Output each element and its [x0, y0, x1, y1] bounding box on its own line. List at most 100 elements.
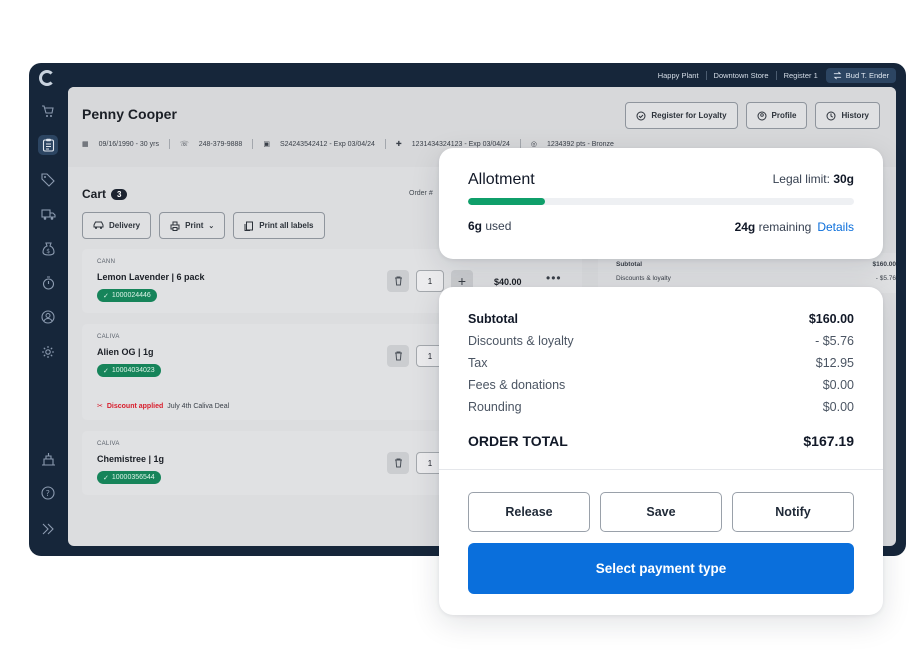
- delivery-button[interactable]: Delivery: [82, 212, 152, 239]
- sku-value: 10000356544: [111, 474, 155, 481]
- calendar-icon: ▦: [82, 141, 89, 148]
- cart-count-badge: 3: [111, 188, 128, 200]
- trash-icon: [394, 458, 402, 468]
- select-payment-type-button[interactable]: Select payment type: [468, 543, 854, 594]
- user-switch-button[interactable]: Bud T. Ender: [825, 68, 896, 83]
- discount-description: July 4th Caliva Deal: [167, 402, 230, 410]
- car-icon: [93, 221, 104, 229]
- save-button[interactable]: Save: [600, 492, 722, 532]
- quantity-input[interactable]: 1: [416, 270, 444, 292]
- trash-icon: [394, 351, 402, 361]
- summary-row-tax: Tax $12.95: [468, 356, 854, 370]
- timer-icon[interactable]: [38, 273, 58, 293]
- delete-item-button[interactable]: [387, 345, 409, 367]
- store-breadcrumb: Happy Plant Downtown Store Register 1 Bu…: [658, 68, 896, 83]
- profile-button[interactable]: Profile: [745, 102, 808, 129]
- delete-item-button[interactable]: [387, 270, 409, 292]
- summary-value: $160.00: [808, 312, 854, 326]
- history-icon: [826, 111, 836, 120]
- order-summary-card: Subtotal $160.00 Discounts & loyalty - $…: [439, 287, 883, 615]
- divider: [775, 71, 777, 80]
- settings-icon[interactable]: [38, 342, 58, 362]
- bg-discounts-value: - $5.76: [875, 275, 896, 282]
- labels-icon: [244, 221, 254, 231]
- notify-button[interactable]: Notify: [732, 492, 854, 532]
- switch-user-icon: [833, 71, 842, 80]
- bg-subtotal-value: $160.00: [872, 261, 897, 268]
- clipboard-icon[interactable]: [38, 135, 58, 155]
- check-icon: ✓: [103, 367, 109, 375]
- summary-row-rounding: Rounding $0.00: [468, 400, 854, 414]
- print-all-label: Print all labels: [259, 221, 314, 230]
- details-link[interactable]: Details: [817, 220, 854, 234]
- print-all-labels-button[interactable]: Print all labels: [233, 212, 325, 239]
- check-icon: ✓: [103, 474, 109, 482]
- app-logo: [39, 70, 55, 86]
- divider: [705, 71, 707, 80]
- item-name: Chemistree | 1g: [97, 454, 165, 464]
- summary-label: Tax: [468, 356, 488, 370]
- tag-icon[interactable]: [38, 170, 58, 190]
- order-number: Order #: [409, 190, 433, 197]
- cart-title-label: Cart: [82, 187, 107, 201]
- register-loyalty-button[interactable]: Register for Loyalty: [625, 102, 738, 129]
- item-name: Lemon Lavender | 6 pack: [97, 272, 205, 282]
- loyalty-icon: [636, 111, 646, 120]
- summary-value: $0.00: [822, 378, 854, 392]
- scissors-icon: ✂: [97, 403, 103, 410]
- item-sku-badge: ✓ 10000356544: [97, 471, 161, 484]
- release-button[interactable]: Release: [468, 492, 590, 532]
- store-name: Happy Plant: [657, 71, 699, 80]
- delivery-label: Delivery: [109, 221, 141, 230]
- top-bar: Happy Plant Downtown Store Register 1 Bu…: [29, 63, 906, 87]
- svg-text:?: ?: [46, 489, 50, 498]
- cart-actions: Delivery Print ⌄ Print all labels: [82, 212, 325, 239]
- trash-icon: [394, 276, 402, 286]
- inventory-icon[interactable]: [38, 449, 58, 469]
- profile-icon: [757, 111, 767, 120]
- delivery-truck-icon[interactable]: [38, 204, 58, 224]
- summary-label: Discounts & loyalty: [468, 334, 574, 348]
- customer-phone: 248-379-9888: [198, 140, 243, 148]
- sidebar: $ ?: [29, 89, 67, 556]
- order-total-row: ORDER TOTAL $167.19: [468, 433, 854, 449]
- register-loyalty-label: Register for Loyalty: [651, 111, 727, 120]
- sku-value: 1000024446: [111, 292, 151, 299]
- history-label: History: [841, 111, 869, 120]
- cart-icon[interactable]: [38, 101, 58, 121]
- used-value: 6g: [468, 219, 483, 233]
- history-button[interactable]: History: [815, 102, 880, 129]
- print-dropdown-button[interactable]: Print ⌄: [159, 212, 226, 239]
- item-sku-badge: ✓ 10004034023: [97, 364, 161, 377]
- customer-dob: 09/16/1990 - 30 yrs: [98, 140, 159, 148]
- allotment-progress-bar: [468, 198, 854, 205]
- id-card-icon: ▣: [263, 141, 270, 148]
- check-icon: ✓: [103, 292, 109, 300]
- help-icon[interactable]: ?: [38, 483, 58, 503]
- store-location: Downtown Store: [713, 71, 769, 80]
- summary-label: Rounding: [468, 400, 522, 414]
- customer-icon[interactable]: [38, 307, 58, 327]
- delete-item-button[interactable]: [387, 452, 409, 474]
- medical-icon: ✚: [395, 141, 402, 148]
- more-options-icon[interactable]: •••: [546, 271, 562, 285]
- customer-id: S24243542412 - Exp 03/04/24: [279, 140, 375, 148]
- printer-icon: [170, 221, 180, 231]
- allotment-remaining: 24g remaining Details: [735, 220, 854, 234]
- allotment-progress-fill: [468, 198, 546, 205]
- expand-icon[interactable]: [38, 519, 58, 539]
- divider: [168, 139, 170, 149]
- divider: [384, 139, 386, 149]
- print-label: Print: [185, 221, 204, 230]
- allotment-title: Allotment: [468, 171, 535, 188]
- summary-value: $12.95: [815, 356, 854, 370]
- divider: [252, 139, 254, 149]
- summary-divider: [439, 469, 883, 470]
- summary-row-subtotal: Subtotal $160.00: [468, 312, 854, 326]
- legal-limit: Legal limit: 30g: [773, 172, 854, 186]
- remaining-value: 24g: [734, 220, 756, 234]
- discount-label: Discount applied: [106, 402, 164, 410]
- loyalty-points-icon: ◎: [530, 141, 537, 148]
- money-bag-icon[interactable]: $: [38, 239, 58, 259]
- customer-loyalty: 1234392 pts - Bronze: [546, 140, 614, 148]
